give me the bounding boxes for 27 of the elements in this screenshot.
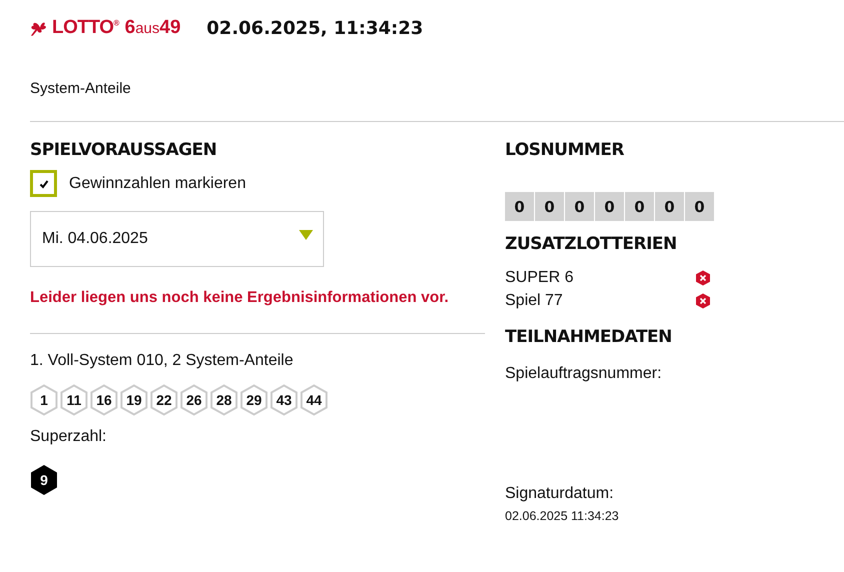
ticket-digit: 0 (655, 192, 684, 221)
section-heading: LOSNUMMER (505, 140, 625, 160)
section-heading: TEILNAHMEDATEN (505, 327, 673, 347)
ticket-digit: 0 (535, 192, 564, 221)
timestamp: 02.06.2025, 11:34:23 (206, 18, 424, 38)
superzahl-label: Superzahl: (30, 428, 108, 446)
lottery-name: SUPER 6 (505, 268, 574, 286)
ticket-digit: 0 (505, 192, 534, 221)
notice-text: Leider liegen uns noch keine Ergebnisinformationen vor. (30, 289, 450, 307)
ticket-digit: 0 (595, 192, 624, 221)
date-dropdown[interactable]: Mi. 04.06.2025 (30, 211, 324, 267)
caret-icon (299, 230, 313, 240)
section-heading: ZUSATZLOTTERIEN (505, 234, 678, 254)
ticket-digit: 0 (625, 192, 654, 221)
ticket-digit: 0 (685, 192, 714, 221)
section-heading: SPIELVORAUSSAGEN (30, 140, 218, 160)
lottery-name: Spiel 77 (505, 292, 564, 310)
page-subtitle: System-Anteile (30, 80, 132, 97)
ticket-digit: 0 (565, 192, 594, 221)
checkbox-label: Gewinnzahlen markieren (69, 174, 246, 192)
logo-text: LOTTO$^{®}$ 6aus49 (52, 17, 181, 39)
order-number-label: Spielauftragsnummer: (505, 365, 663, 383)
signature-label: Signaturdatum: (505, 485, 615, 503)
signature-date: 02.06.2025 11:34:23 (505, 509, 620, 523)
checkbox[interactable] (30, 170, 57, 197)
check-icon (38, 178, 48, 188)
system-label: 1. Voll-System 010, 2 System-Anteile (30, 352, 294, 370)
